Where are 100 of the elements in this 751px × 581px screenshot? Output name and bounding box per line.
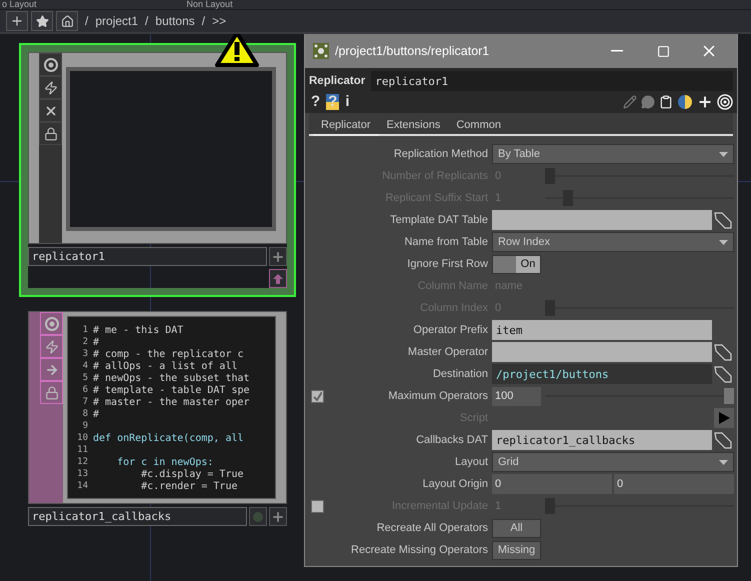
- help-button[interactable]: i: [343, 94, 352, 110]
- path-separator: /: [85, 14, 88, 28]
- python-icon[interactable]: [677, 94, 693, 110]
- param-label: Ignore First Row: [406, 258, 488, 270]
- line-number: 4: [82, 361, 88, 371]
- tab[interactable]: Common: [448, 117, 509, 136]
- caret-icon: [719, 240, 728, 244]
- value-field[interactable]: 0: [492, 474, 612, 494]
- value-field[interactable]: 100: [492, 386, 541, 406]
- input-field[interactable]: [492, 210, 712, 230]
- plus-icon: [271, 250, 285, 264]
- operator-name-field[interactable]: replicator1: [371, 71, 733, 91]
- param-label: Recreate Missing Operators: [350, 544, 488, 556]
- star-icon: [36, 14, 48, 28]
- param-label: Layout: [454, 456, 488, 468]
- slider-handle[interactable]: [724, 388, 734, 404]
- line-number: 9: [82, 421, 88, 431]
- line-number: 7: [82, 397, 88, 407]
- home-button[interactable]: [56, 11, 78, 31]
- code-line: # master - the master oper: [93, 396, 250, 408]
- param-label: Name from Table: [403, 236, 488, 248]
- input-field[interactable]: item: [492, 320, 712, 340]
- plus-icon: [271, 510, 285, 524]
- plus-button[interactable]: [269, 247, 287, 266]
- close-icon[interactable]: [39, 99, 62, 122]
- action-button[interactable]: Missing: [492, 540, 541, 560]
- param-label: Master Operator: [406, 346, 488, 358]
- layout-label: Non Layout: [186, 0, 233, 9]
- param-label: Layout Origin: [422, 478, 488, 490]
- help-button[interactable]: ?: [309, 94, 322, 110]
- minimize-icon: [611, 50, 623, 52]
- bolt-icon[interactable]: [39, 76, 62, 99]
- code-line: # allOps - a list of all: [93, 360, 238, 372]
- viewer-icon[interactable]: [39, 53, 62, 76]
- code-line: #: [93, 336, 100, 348]
- plus-button[interactable]: [6, 11, 28, 31]
- code-line: #c.render = True: [140, 480, 238, 492]
- arrow-up-icon: [273, 274, 283, 284]
- code-line: # newOps - the subset that: [93, 372, 250, 384]
- clipboard-icon[interactable]: [659, 95, 673, 109]
- tab[interactable]: Replicator: [313, 117, 379, 136]
- line-number: 3: [82, 349, 88, 359]
- dropdown[interactable]: Row Index: [492, 232, 734, 252]
- toggle-button[interactable]: On: [492, 254, 541, 274]
- arrow-up-button[interactable]: [269, 269, 287, 288]
- line-number: 10: [76, 433, 88, 443]
- viewer-icon[interactable]: [40, 312, 63, 335]
- layout-label: o Layout: [2, 0, 37, 9]
- play-icon: [718, 412, 730, 424]
- code-line: #c.display = True: [140, 468, 244, 480]
- param-label: Callbacks DAT: [415, 434, 488, 446]
- path-segment[interactable]: >>: [212, 14, 226, 28]
- input-field[interactable]: /project1/buttons: [492, 364, 712, 384]
- code-line: for c in newOps:: [116, 456, 214, 468]
- plus-icon: [10, 14, 24, 28]
- param-label: Recreate All Operators: [376, 522, 488, 534]
- param-label: Replication Method: [392, 148, 488, 160]
- bolt-icon[interactable]: [40, 335, 63, 358]
- home-icon: [60, 14, 74, 28]
- path-segment[interactable]: buttons: [155, 14, 195, 28]
- param-label: Template DAT Table: [389, 214, 488, 226]
- line-number: 6: [82, 385, 88, 395]
- action-button[interactable]: All: [492, 518, 541, 538]
- lock-icon[interactable]: [39, 122, 62, 145]
- param-label: Destination: [432, 368, 488, 380]
- node[interactable]: [28, 311, 287, 526]
- line-number: 2: [82, 337, 88, 347]
- input-field[interactable]: [492, 342, 712, 362]
- node-name-field[interactable]: replicator1_callbacks: [28, 507, 247, 526]
- checkbox[interactable]: [311, 390, 324, 402]
- param-label: Operator Prefix: [412, 324, 488, 336]
- operator-type: Replicator: [309, 75, 366, 87]
- caret-icon: [719, 152, 728, 156]
- plus-button[interactable]: [269, 507, 287, 526]
- replicator-icon: [313, 43, 329, 59]
- tab[interactable]: Extensions: [378, 117, 448, 136]
- path-separator: /: [145, 14, 148, 28]
- plus-icon[interactable]: [697, 94, 713, 110]
- node-name-field[interactable]: replicator1: [28, 247, 267, 266]
- param-label: Maximum Operators: [387, 390, 488, 402]
- line-number: 14: [76, 481, 88, 491]
- lock-icon[interactable]: [40, 381, 63, 404]
- dropdown[interactable]: Grid: [492, 452, 734, 472]
- line-number: 12: [76, 457, 88, 467]
- pencil-icon[interactable]: [623, 95, 637, 109]
- star-button[interactable]: [31, 11, 53, 31]
- line-number: 8: [82, 409, 88, 419]
- line-number: 11: [76, 445, 88, 455]
- play-button[interactable]: [714, 408, 734, 428]
- value-field[interactable]: 0: [614, 474, 734, 494]
- code-line: #: [93, 408, 100, 420]
- line-number: 1: [82, 325, 88, 335]
- target-icon[interactable]: [717, 94, 733, 110]
- path-segment[interactable]: project1: [95, 14, 138, 28]
- maximize-icon: [656, 44, 670, 58]
- code-line: # comp - the replicator c: [93, 348, 244, 360]
- code-line: # me - this DAT: [93, 324, 184, 336]
- line-number: 13: [76, 469, 88, 479]
- dropdown[interactable]: By Table: [492, 144, 734, 164]
- input-field[interactable]: replicator1_callbacks: [492, 430, 712, 450]
